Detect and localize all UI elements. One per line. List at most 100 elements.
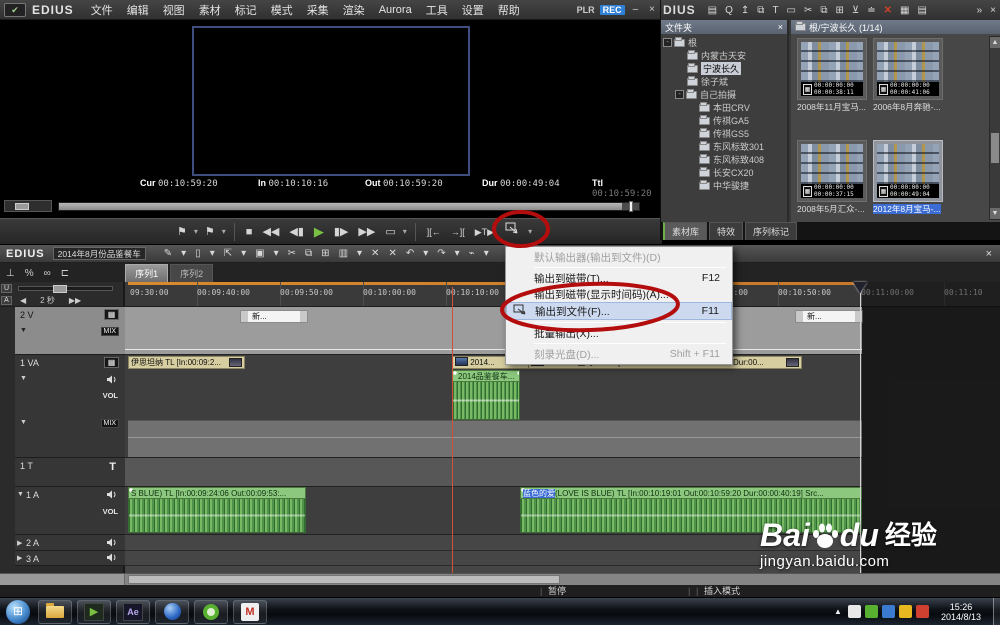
menu-render[interactable]: 渲染 xyxy=(336,2,372,18)
track-2v-content[interactable]: 新... 新... xyxy=(125,307,862,355)
bin-close-icon[interactable]: × xyxy=(986,5,1000,16)
loop-button[interactable]: ▭ xyxy=(380,220,400,244)
overflow-icon[interactable]: » xyxy=(973,5,987,16)
delete-icon[interactable]: ✕ xyxy=(880,5,896,16)
menu-item-burn-disc[interactable]: 刻录光盘(D)...Shift + F11 xyxy=(506,346,732,362)
menu-item-print-to-tape-tc[interactable]: 输出到磁带(显示时间码)(A)... xyxy=(506,286,732,302)
redo-icon[interactable]: ↷ xyxy=(433,248,449,259)
scroll-up-icon[interactable]: ▲ xyxy=(990,37,1000,48)
ripple-delete-icon[interactable]: ✕ xyxy=(367,248,383,259)
up-folder-icon[interactable]: ↥ xyxy=(737,5,753,16)
show-desktop-button[interactable] xyxy=(993,598,1000,625)
menu-mode[interactable]: 模式 xyxy=(264,2,300,18)
scroll-down-icon[interactable]: ▼ xyxy=(990,208,1000,219)
track-1t-content[interactable] xyxy=(125,458,862,487)
menu-capture[interactable]: 采集 xyxy=(300,2,336,18)
track-header-2a[interactable]: ▶ 2 A xyxy=(15,535,125,551)
new-sequence-icon[interactable]: ▯ xyxy=(191,248,205,259)
undo-icon[interactable]: ↶ xyxy=(402,248,418,259)
folder-panel-close-icon[interactable]: × xyxy=(778,22,783,32)
tray-icon[interactable] xyxy=(916,605,929,618)
expand-icon[interactable]: ▼ xyxy=(20,375,27,382)
clip-thumbnail[interactable]: ▦ 00:00:00:0000:00:38:11 2008年11月宝马... xyxy=(797,38,867,113)
dropdown-icon[interactable]: ▾ xyxy=(237,248,250,259)
tab-sequence-marker[interactable]: 序列标记 xyxy=(745,222,797,240)
dropdown-icon[interactable]: ▾ xyxy=(353,248,366,259)
taskbar-360-icon[interactable] xyxy=(194,600,228,624)
loop-dropdown[interactable]: ▾ xyxy=(401,220,409,244)
tree-item[interactable]: -自己拍摄 xyxy=(661,88,787,101)
audio-mute-button[interactable]: A xyxy=(1,296,12,305)
tree-item[interactable]: 本田CRV xyxy=(661,101,787,114)
menu-file[interactable]: 文件 xyxy=(84,2,120,18)
track-1a-content[interactable]: S BLUE) TL [In:00:09:24:06 Out:00:09:53:… xyxy=(125,487,862,535)
rec-badge[interactable]: REC xyxy=(600,5,625,15)
audio-clip[interactable]: S BLUE) TL [In:00:09:24:06 Out:00:09:53:… xyxy=(128,487,306,533)
dropdown-icon[interactable]: ▾ xyxy=(451,248,464,259)
add-icon[interactable]: ≐ xyxy=(863,5,879,16)
dropdown-icon[interactable]: ▾ xyxy=(206,248,219,259)
paste-icon[interactable]: ⊞ xyxy=(317,248,333,259)
properties-icon[interactable]: ▦ xyxy=(896,5,913,16)
view-mode-icon[interactable]: ▤ xyxy=(913,5,930,16)
tree-item-root[interactable]: -根 xyxy=(661,36,787,49)
goto-in-button[interactable]: ][← xyxy=(422,220,446,244)
tree-item[interactable]: 东风标致408 xyxy=(661,153,787,166)
mix-badge[interactable]: MIX xyxy=(101,419,119,428)
timescale-value[interactable]: 2 秒 xyxy=(40,295,55,306)
scrubber-handle[interactable] xyxy=(629,201,633,212)
taskbar-after-effects-icon[interactable]: Ae xyxy=(116,600,150,624)
copy-icon[interactable]: ⧉ xyxy=(816,5,831,16)
tab-effects[interactable]: 特效 xyxy=(709,222,743,240)
volume-rubber-band-area[interactable] xyxy=(128,420,862,457)
monitor-icon[interactable]: ▭ xyxy=(783,5,800,16)
loop-mode-icon[interactable]: ∞ xyxy=(44,268,51,279)
menu-clip[interactable]: 素材 xyxy=(192,2,228,18)
clip-thumbnail[interactable]: ▦ 00:00:00:0000:00:41:06 2006年8月奔驰-... xyxy=(873,38,943,113)
delete-icon[interactable]: ✕ xyxy=(384,248,400,259)
dropdown-icon[interactable]: ▾ xyxy=(480,248,493,259)
cut-icon[interactable]: ✂ xyxy=(800,5,816,16)
menu-item-batch-export[interactable]: 批量输出(X)... xyxy=(506,325,732,341)
taskbar-edius-icon[interactable]: ▶ xyxy=(77,600,111,624)
tray-icon[interactable] xyxy=(848,605,861,618)
expand-icon[interactable]: ▼ xyxy=(20,327,27,334)
minimize-button[interactable]: – xyxy=(630,4,642,15)
snap-mode-icon[interactable]: ⊏ xyxy=(61,268,69,279)
tree-item[interactable]: 长安CX20 xyxy=(661,166,787,179)
start-button[interactable]: ⊞ xyxy=(6,600,30,624)
import-icon[interactable]: ⧉ xyxy=(753,5,768,16)
tree-item[interactable]: 内蒙古天安 xyxy=(661,49,787,62)
set-in-dropdown[interactable]: ▾ xyxy=(192,220,200,244)
video-mute-button[interactable]: U xyxy=(1,284,12,293)
mix-badge[interactable]: MIX xyxy=(101,327,119,336)
video-clip[interactable]: 伊思坦纳 TL [In:00:09:2... xyxy=(128,356,245,369)
match-frame-icon[interactable]: ▥ xyxy=(335,248,352,259)
set-in-button[interactable]: ⚑ xyxy=(172,220,192,244)
playhead-handle[interactable] xyxy=(853,282,867,293)
cut-icon[interactable]: ✂ xyxy=(284,248,300,259)
track-header-1a[interactable]: ▼ 1 A VOL xyxy=(15,487,125,535)
track-3a-content[interactable] xyxy=(125,551,862,566)
play-button[interactable]: ▶ xyxy=(309,220,329,244)
taskbar-app-m-icon[interactable]: M xyxy=(233,600,267,624)
vol-label[interactable]: VOL xyxy=(103,507,118,516)
zoom-slider[interactable] xyxy=(18,286,113,291)
next-frame-button[interactable]: ▮▶ xyxy=(329,220,354,244)
menu-aurora[interactable]: Aurora xyxy=(372,4,419,16)
nested-sequence-clip[interactable]: 2014品鉴餐车... xyxy=(452,370,520,420)
menu-item-print-to-file[interactable]: 输出到文件(F)...F11 xyxy=(506,302,732,320)
send-to-timeline-icon[interactable]: ⊻ xyxy=(848,5,863,16)
clip-thumbnail-selected[interactable]: ▦ 00:00:00:0000:00:49:04 2012年8月宝马-... xyxy=(873,140,943,215)
dropdown-icon[interactable]: ▾ xyxy=(419,248,432,259)
play-around-button[interactable]: ▶T▶ xyxy=(470,220,499,244)
expand-icon[interactable]: ▼ xyxy=(20,419,27,426)
track-header-1t[interactable]: 1 T T xyxy=(15,458,125,487)
bin-folder-icon[interactable]: ▤ xyxy=(704,5,721,16)
menu-edit[interactable]: 编辑 xyxy=(120,2,156,18)
timeline-hscrollbar[interactable] xyxy=(0,573,1000,585)
collapsed-icon[interactable]: ▶ xyxy=(17,554,22,562)
menu-marker[interactable]: 标记 xyxy=(228,2,264,18)
track-header-1va[interactable]: 1 VA ▦ ▼ VOL ▼ MIX xyxy=(15,355,125,458)
collapsed-icon[interactable]: ▶ xyxy=(17,539,22,547)
